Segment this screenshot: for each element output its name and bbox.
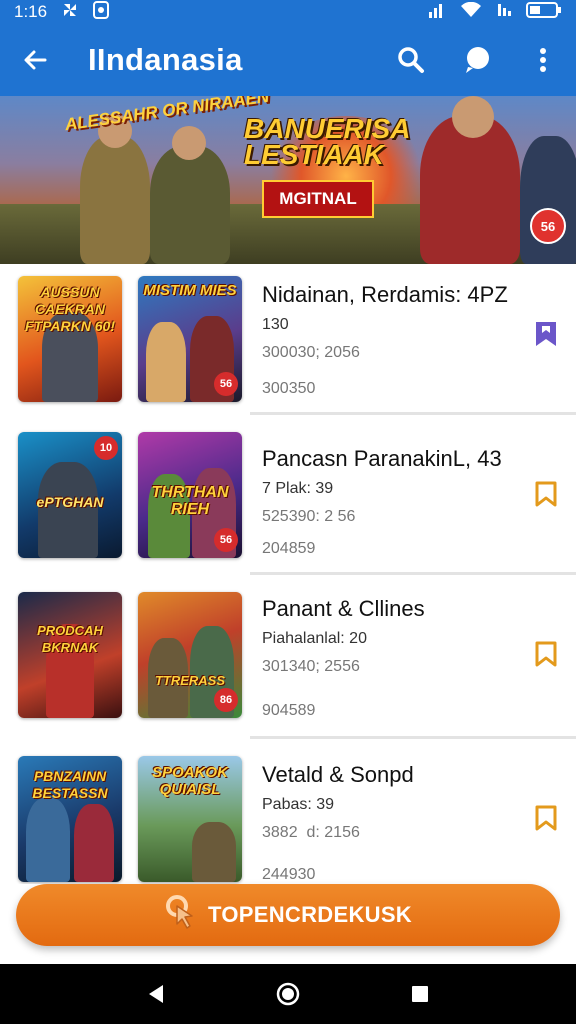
item-meta-tertiary: 204859 bbox=[262, 540, 316, 557]
item-meta-primary: 7 Plak: 39 bbox=[262, 480, 334, 497]
cover-figure bbox=[146, 322, 186, 402]
bookmark-filled-icon[interactable] bbox=[534, 320, 558, 348]
item-meta-secondary: 301340; 2556 bbox=[262, 658, 360, 675]
hero-title: BANUERISA LESTIAAK bbox=[244, 113, 410, 170]
game-cover-thumbnail[interactable]: TTRERASS 86 bbox=[138, 592, 242, 718]
app-notification-icon bbox=[93, 0, 110, 24]
cover-label: AUSSUN CAEKRAN FTPARKN 60! bbox=[25, 284, 115, 334]
game-cover-thumbnail[interactable]: PRODCAH BKRNAK bbox=[18, 592, 122, 718]
primary-cta-button[interactable]: TOPENCRDEKUSK bbox=[16, 884, 560, 946]
list-item[interactable]: AUSSUN CAEKRAN FTPARKN 60! MISTIM MIES 5… bbox=[0, 264, 576, 422]
item-meta-secondary: 300030; 2056 bbox=[262, 344, 360, 361]
home-circle-icon[interactable] bbox=[258, 964, 318, 1024]
hero-subtitle: MGITNAL bbox=[262, 180, 374, 218]
signal-icon bbox=[428, 2, 446, 23]
recents-square-icon[interactable] bbox=[390, 964, 450, 1024]
item-meta-primary: Piahalanlal: 20 bbox=[262, 630, 367, 647]
item-meta-tertiary: 300350 bbox=[262, 380, 316, 397]
hero-soldier-figure bbox=[80, 136, 150, 264]
list-item[interactable]: PRODCAH BKRNAK TTRERASS 86 Panant & Clli… bbox=[0, 584, 576, 742]
cta-area: TOPENCRDEKUSK bbox=[0, 884, 576, 964]
cover-label: MISTIM MIES bbox=[143, 282, 237, 299]
arrow-back-icon[interactable] bbox=[0, 24, 70, 96]
item-title: Nidainan, Rerdamis: 4PZ bbox=[262, 282, 508, 307]
battery-icon bbox=[526, 1, 562, 24]
hero-warrior-head bbox=[452, 96, 494, 138]
app-screen: 1:16 IIndanasia ALESSAHR OR NIRAAEN BANU… bbox=[0, 0, 576, 1024]
item-title: Vetald & Sonpd bbox=[262, 762, 414, 787]
item-meta-primary: Pabas: 39 bbox=[262, 796, 335, 813]
item-meta-primary: 130 bbox=[262, 316, 289, 333]
cta-label: TOPENCRDEKUSK bbox=[208, 902, 412, 927]
cover-label: THRTHAN RIEH bbox=[151, 484, 229, 518]
status-bar: 1:16 bbox=[0, 0, 576, 24]
game-cover-thumbnail[interactable]: MISTIM MIES 56 bbox=[138, 276, 242, 402]
wifi-icon bbox=[460, 1, 482, 23]
cover-label: PRODCAH BKRNAK bbox=[37, 623, 103, 655]
hero-tag-text: ALESSAHR OR NIRAAEN bbox=[63, 96, 271, 135]
status-time: 1:16 bbox=[14, 2, 48, 21]
hero-warrior-figure bbox=[520, 136, 576, 264]
bookmark-outline-icon[interactable] bbox=[534, 480, 558, 508]
hero-soldier-figure bbox=[150, 146, 230, 264]
game-cover-thumbnail[interactable]: AUSSUN CAEKRAN FTPARKN 60! bbox=[18, 276, 122, 402]
app-bar: IIndanasia bbox=[0, 24, 576, 96]
cover-label: PBNZAINN BESTASSN bbox=[32, 768, 108, 801]
system-nav-bar bbox=[0, 964, 576, 1024]
item-title: Panant & Cllines bbox=[262, 596, 425, 621]
data-saver-icon bbox=[496, 2, 512, 23]
search-icon[interactable] bbox=[378, 24, 444, 96]
chat-bubble-icon[interactable] bbox=[444, 24, 510, 96]
cover-figure bbox=[192, 822, 236, 882]
pinwheel-icon bbox=[61, 1, 79, 24]
tap-hand-icon bbox=[164, 894, 198, 936]
hero-warrior-figure bbox=[420, 116, 520, 264]
cover-label: TTRERASS bbox=[154, 673, 226, 688]
cover-label: ePTGHAN bbox=[36, 494, 104, 510]
list-item[interactable]: PBNZAINN BESTASSN SPOAKOK QUIAISL Vetald… bbox=[0, 748, 576, 906]
game-cover-thumbnail[interactable]: THRTHAN RIEH 56 bbox=[138, 432, 242, 558]
game-cover-thumbnail[interactable]: ePTGHAN 10 bbox=[18, 432, 122, 558]
row-divider bbox=[250, 736, 576, 739]
row-divider bbox=[250, 572, 576, 575]
hero-soldier-head bbox=[172, 126, 206, 160]
more-vert-icon[interactable] bbox=[510, 24, 576, 96]
cover-badge: 10 bbox=[94, 436, 118, 460]
game-cover-thumbnail[interactable]: PBNZAINN BESTASSN bbox=[18, 756, 122, 882]
item-title: Pancasn ParanakinL, 43 bbox=[262, 446, 502, 471]
page-title: IIndanasia bbox=[88, 42, 243, 77]
bookmark-outline-icon[interactable] bbox=[534, 804, 558, 832]
item-meta-tertiary: 244930 bbox=[262, 866, 316, 883]
list-item[interactable]: ePTGHAN 10 THRTHAN RIEH 56 Pancasn Paran… bbox=[0, 424, 576, 582]
cover-badge: 86 bbox=[214, 688, 238, 712]
cover-figure bbox=[74, 804, 114, 882]
back-triangle-icon[interactable] bbox=[126, 964, 186, 1024]
hero-badge: 56 bbox=[530, 208, 566, 244]
row-divider bbox=[250, 412, 576, 415]
game-list: AUSSUN CAEKRAN FTPARKN 60! MISTIM MIES 5… bbox=[0, 264, 576, 884]
cover-figure bbox=[26, 798, 70, 882]
item-meta-secondary: 3882 d: 2156 bbox=[262, 824, 360, 841]
cover-label: SPOAKOK QUIAISL bbox=[152, 764, 228, 798]
item-meta-tertiary: 904589 bbox=[262, 702, 316, 719]
cover-badge: 56 bbox=[214, 528, 238, 552]
item-meta-secondary: 525390: 2 56 bbox=[262, 508, 356, 525]
hero-banner[interactable]: ALESSAHR OR NIRAAEN BANUERISA LESTIAAK M… bbox=[0, 96, 576, 264]
bookmark-outline-icon[interactable] bbox=[534, 640, 558, 668]
game-cover-thumbnail[interactable]: SPOAKOK QUIAISL bbox=[138, 756, 242, 882]
cover-badge: 56 bbox=[214, 372, 238, 396]
